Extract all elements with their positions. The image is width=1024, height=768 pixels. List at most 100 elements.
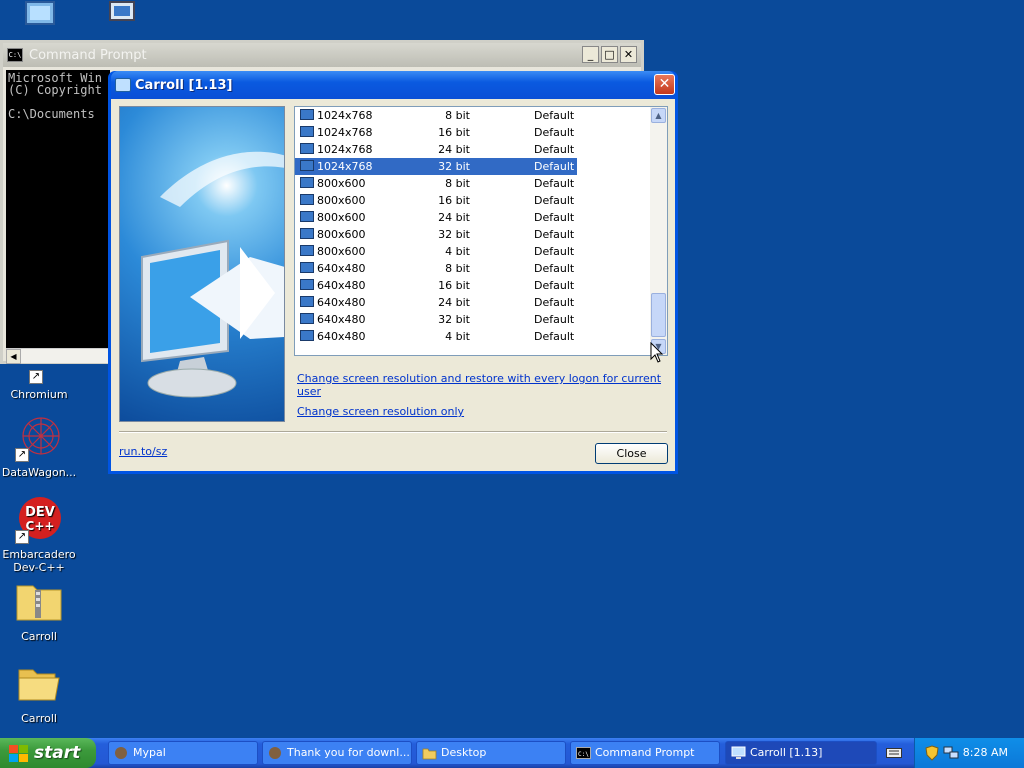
- resolution-cell: 640x480: [317, 313, 366, 326]
- scroll-up-button[interactable]: ▲: [651, 108, 666, 123]
- resolution-row[interactable]: 800x600 16 bit Default: [295, 192, 577, 209]
- close-button[interactable]: ✕: [620, 46, 637, 63]
- network-tray-icon[interactable]: [943, 746, 959, 760]
- resolution-row[interactable]: 1024x768 8 bit Default: [295, 107, 577, 124]
- resolution-row[interactable]: 800x600 32 bit Default: [295, 226, 577, 243]
- resolution-cell: 800x600: [317, 211, 366, 224]
- color-depth-cell: 32 bit: [438, 228, 470, 241]
- monitor-icon: [115, 78, 131, 92]
- monitor-icon: [300, 109, 314, 120]
- datawagon-icon: ↗: [15, 414, 63, 462]
- color-depth-cell: 16 bit: [438, 194, 470, 207]
- resolution-list-rows: 1024x768 8 bit Default 1024x768 16 bit Defaul…: [295, 107, 650, 345]
- carroll-dialog[interactable]: Carroll [1.13] ✕ 1024x768 8 bit Default 102…: [108, 71, 678, 474]
- dialog-close-button[interactable]: ✕: [654, 74, 675, 95]
- taskbar-item-desktop[interactable]: Desktop: [416, 741, 566, 765]
- mouse-cursor-icon: [650, 342, 664, 363]
- resolution-row[interactable]: 1024x768 16 bit Default: [295, 124, 577, 141]
- security-shield-icon[interactable]: [925, 745, 939, 761]
- taskbar-item-label: Carroll [1.13]: [750, 746, 823, 759]
- vertical-scrollbar[interactable]: ▲ ▼: [650, 107, 667, 355]
- change-resolution-only-link[interactable]: Change screen resolution only: [297, 405, 464, 418]
- console-output[interactable]: Microsoft Win (C) Copyright C:\Documents: [6, 70, 110, 348]
- taskbar-item-carroll[interactable]: Carroll [1.13]: [725, 741, 877, 765]
- desktop-icon-label: Chromium: [10, 388, 68, 401]
- svg-text:DEV: DEV: [25, 505, 55, 520]
- taskbar-item-label: Command Prompt: [595, 746, 695, 759]
- color-depth-cell: 24 bit: [438, 143, 470, 156]
- command-prompt-titlebar[interactable]: C:\ Command Prompt: [3, 43, 641, 67]
- monitor-icon: [300, 279, 314, 290]
- taskbar-item-download[interactable]: Thank you for downl...: [262, 741, 412, 765]
- start-button[interactable]: start: [0, 738, 96, 768]
- refresh-cell: Default: [534, 330, 575, 343]
- desktop-icon-label: DataWagon...: [1, 466, 77, 479]
- resolution-row[interactable]: 640x480 24 bit Default: [295, 294, 577, 311]
- svg-text:C++: C++: [26, 519, 55, 533]
- taskbar-item-command-prompt[interactable]: C:\ Command Prompt: [570, 741, 720, 765]
- scroll-left-button[interactable]: ◀: [6, 349, 21, 364]
- monitor-icon: [300, 160, 314, 171]
- resolution-cell: 1024x768: [317, 109, 373, 122]
- taskbar-item-mypal[interactable]: Mypal: [108, 741, 258, 765]
- desktop-icon-carroll-folder[interactable]: Carroll: [1, 660, 77, 725]
- window-title: Command Prompt: [29, 47, 147, 63]
- color-depth-cell: 4 bit: [445, 330, 470, 343]
- resolution-row[interactable]: 800x600 8 bit Default: [295, 175, 577, 192]
- monitor-icon: [300, 177, 314, 188]
- mypal-icon: [269, 747, 281, 759]
- monitor-banner-image: [119, 106, 285, 422]
- monitor-icon: [300, 313, 314, 324]
- console-icon: C:\: [7, 48, 23, 62]
- desktop-icon-chromium[interactable]: ↗ Chromium: [1, 364, 77, 401]
- resolution-cell: 640x480: [317, 296, 366, 309]
- refresh-cell: Default: [534, 262, 575, 275]
- desktop-icon-my-computer[interactable]: [2, 0, 78, 36]
- computer-icon: [16, 0, 64, 36]
- monitor-icon: [300, 143, 314, 154]
- color-depth-cell: 8 bit: [445, 177, 470, 190]
- console-line: (C) Copyright: [8, 83, 102, 97]
- resolution-row[interactable]: 640x480 32 bit Default: [295, 311, 577, 328]
- system-tray: 8:28 AM: [914, 738, 1024, 768]
- start-label: start: [34, 743, 81, 763]
- resolution-list[interactable]: 1024x768 8 bit Default 1024x768 16 bit Defaul…: [294, 106, 668, 356]
- desktop-icon-devcpp[interactable]: DEV C++ ↗ Embarcadero Dev-C++: [1, 496, 77, 574]
- horizontal-scrollbar[interactable]: ◀: [6, 348, 110, 364]
- minimize-button[interactable]: _: [582, 46, 599, 63]
- taskbar-item-label: Desktop: [441, 746, 487, 759]
- desktop-icon-datawagon[interactable]: ↗ DataWagon...: [1, 414, 77, 479]
- desktop-icon-network[interactable]: [80, 0, 156, 36]
- resolution-cell: 1024x768: [317, 143, 373, 156]
- clock: 8:28 AM: [962, 746, 1008, 759]
- website-link[interactable]: run.to/sz: [119, 445, 167, 458]
- resolution-row[interactable]: 640x480 4 bit Default: [295, 328, 577, 345]
- resolution-row[interactable]: 1024x768 24 bit Default: [295, 141, 577, 158]
- resolution-row[interactable]: 640x480 8 bit Default: [295, 260, 577, 277]
- network-icon: [94, 0, 142, 36]
- resolution-row[interactable]: 1024x768 32 bit Default: [295, 158, 577, 175]
- resolution-row[interactable]: 800x600 24 bit Default: [295, 209, 577, 226]
- resolution-cell: 640x480: [317, 330, 366, 343]
- monitor-icon: [300, 245, 314, 256]
- resolution-row[interactable]: 640x480 16 bit Default: [295, 277, 577, 294]
- resolution-cell: 800x600: [317, 245, 366, 258]
- refresh-cell: Default: [534, 126, 575, 139]
- chromium-icon: ↗: [15, 364, 63, 384]
- resolution-row[interactable]: 800x600 4 bit Default: [295, 243, 577, 260]
- color-depth-cell: 8 bit: [445, 262, 470, 275]
- keyboard-icon[interactable]: [886, 746, 902, 760]
- resolution-cell: 640x480: [317, 262, 366, 275]
- mypal-icon: [115, 747, 127, 759]
- desktop-icon-label: Embarcadero Dev-C++: [2, 548, 76, 574]
- scroll-thumb[interactable]: [651, 293, 666, 337]
- color-depth-cell: 8 bit: [445, 109, 470, 122]
- refresh-cell: Default: [534, 245, 575, 258]
- desktop-icon-carroll-zip[interactable]: Carroll: [1, 578, 77, 643]
- close-dialog-button[interactable]: Close: [595, 443, 668, 464]
- maximize-button[interactable]: □: [601, 46, 618, 63]
- shortcut-arrow-icon: ↗: [15, 530, 29, 544]
- carroll-titlebar[interactable]: Carroll [1.13]: [111, 71, 675, 99]
- change-resolution-restore-link[interactable]: Change screen resolution and restore wit…: [297, 372, 675, 398]
- color-depth-cell: 16 bit: [438, 126, 470, 139]
